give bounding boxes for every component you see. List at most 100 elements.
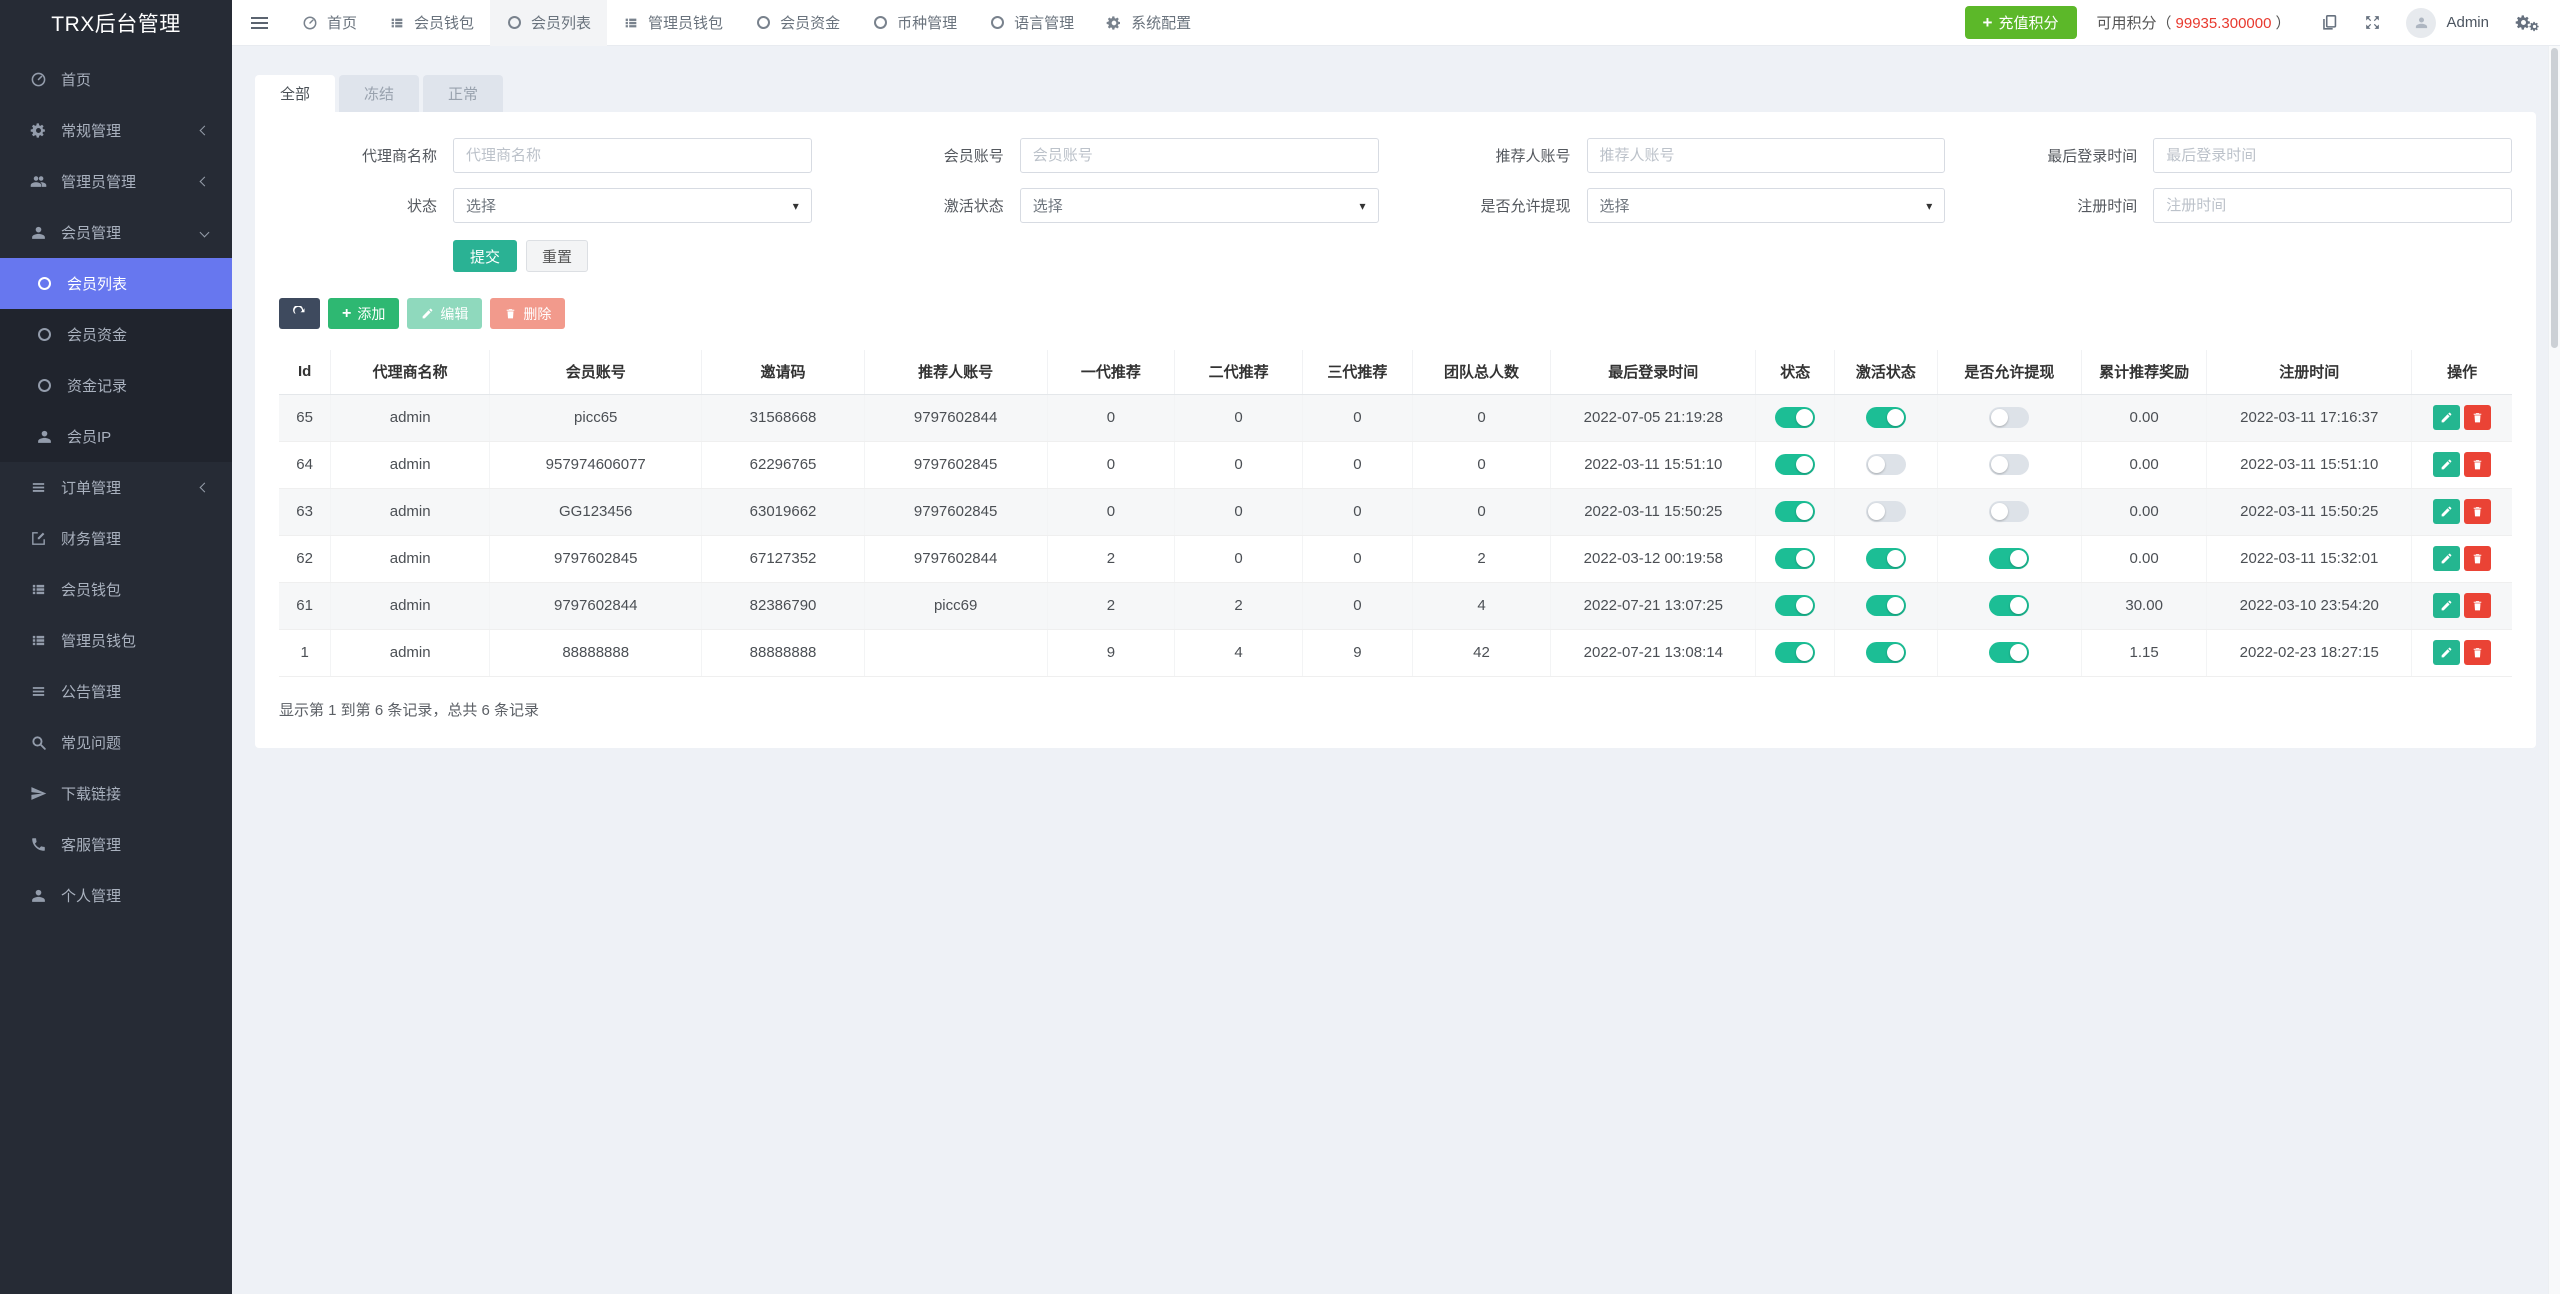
- topnav-item-admin-wallet[interactable]: 管理员钱包: [607, 0, 739, 46]
- username[interactable]: Admin: [2446, 14, 2489, 31]
- sidebar-item-member-funds[interactable]: 会员资金: [0, 309, 232, 360]
- sidebar-item-order-manage[interactable]: 订单管理: [0, 462, 232, 513]
- status-toggle[interactable]: [1775, 548, 1815, 569]
- activated-toggle[interactable]: [1866, 407, 1906, 428]
- users-icon: [30, 173, 47, 190]
- sidebar-item-fund-records[interactable]: 资金记录: [0, 360, 232, 411]
- withdraw-toggle[interactable]: [1989, 595, 2029, 616]
- toggle-knob: [1887, 597, 1904, 614]
- status-toggle[interactable]: [1775, 501, 1815, 522]
- sidebar-item-faq[interactable]: 常见问题: [0, 717, 232, 768]
- submit-button[interactable]: 提交: [453, 240, 517, 272]
- sidebar-item-profile-manage[interactable]: 个人管理: [0, 870, 232, 921]
- filter-select[interactable]: 选择▾: [1587, 188, 1946, 223]
- copy-icon[interactable]: [2320, 13, 2339, 32]
- withdraw-toggle[interactable]: [1989, 407, 2029, 428]
- tab-normal[interactable]: 正常: [423, 75, 503, 112]
- topnav-item-label: 会员钱包: [414, 12, 474, 33]
- topnav-item-language-manage[interactable]: 语言管理: [973, 0, 1090, 46]
- withdraw-toggle[interactable]: [1989, 642, 2029, 663]
- scrollbar-thumb[interactable]: [2551, 48, 2558, 348]
- column-header: 一代推荐: [1047, 350, 1175, 394]
- filter-field: 代理商名称: [279, 138, 812, 173]
- row-delete-button[interactable]: [2464, 593, 2491, 618]
- row-edit-button[interactable]: [2433, 452, 2460, 477]
- filter-select[interactable]: 选择▾: [1020, 188, 1379, 223]
- scrollbar-track[interactable]: [2548, 46, 2560, 1294]
- withdraw-toggle[interactable]: [1989, 454, 2029, 475]
- reset-button[interactable]: 重置: [526, 240, 588, 272]
- add-button[interactable]: + 添加: [328, 298, 399, 329]
- withdraw-toggle[interactable]: [1989, 501, 2029, 522]
- recharge-points-button[interactable]: + 充值积分: [1965, 6, 2077, 39]
- activated-toggle[interactable]: [1866, 595, 1906, 616]
- sidebar-item-finance-manage[interactable]: 财务管理: [0, 513, 232, 564]
- toggle-knob: [1796, 503, 1813, 520]
- filter-input[interactable]: [453, 138, 812, 173]
- topnav-item-member-list[interactable]: 会员列表: [490, 0, 607, 46]
- refresh-button[interactable]: [279, 298, 320, 329]
- activated-toggle[interactable]: [1866, 454, 1906, 475]
- row-edit-button[interactable]: [2433, 593, 2460, 618]
- row-delete-button[interactable]: [2464, 546, 2491, 571]
- cell-gen1: 2: [1047, 582, 1175, 629]
- filter-input[interactable]: [2153, 138, 2512, 173]
- sidebar-item-download-links[interactable]: 下载链接: [0, 768, 232, 819]
- status-toggle[interactable]: [1775, 407, 1815, 428]
- sidebar-item-general-manage[interactable]: 常规管理: [0, 105, 232, 156]
- row-delete-button[interactable]: [2464, 499, 2491, 524]
- table-row: 65adminpicc6531568668979760284400002022-…: [279, 394, 2512, 441]
- sidebar-item-member-wallet[interactable]: 会员钱包: [0, 564, 232, 615]
- filter-select[interactable]: 选择▾: [453, 188, 812, 223]
- filter-input[interactable]: [1587, 138, 1946, 173]
- sidebar-item-member-ip[interactable]: 会员IP: [0, 411, 232, 462]
- sidebar-item-member-list[interactable]: 会员列表: [0, 258, 232, 309]
- status-toggle[interactable]: [1775, 642, 1815, 663]
- pencil-icon: [2440, 646, 2453, 659]
- column-header: 推荐人账号: [864, 350, 1047, 394]
- filter-input[interactable]: [1020, 138, 1379, 173]
- tab-frozen[interactable]: 冻结: [339, 75, 419, 112]
- row-edit-button[interactable]: [2433, 640, 2460, 665]
- activated-toggle[interactable]: [1866, 642, 1906, 663]
- tab-all[interactable]: 全部: [255, 75, 335, 112]
- sidebar-item-home[interactable]: 首页: [0, 54, 232, 105]
- column-header: 累计推荐奖励: [2082, 350, 2207, 394]
- status-toggle[interactable]: [1775, 595, 1815, 616]
- withdraw-toggle[interactable]: [1989, 548, 2029, 569]
- pencil-icon: [421, 307, 434, 320]
- delete-label: 删除: [523, 304, 551, 324]
- topnav-item-currency-manage[interactable]: 币种管理: [856, 0, 973, 46]
- row-edit-button[interactable]: [2433, 546, 2460, 571]
- fullscreen-icon[interactable]: [2363, 13, 2382, 32]
- sidebar-item-label: 会员管理: [61, 222, 201, 243]
- sidebar-item-admin-wallet[interactable]: 管理员钱包: [0, 615, 232, 666]
- topnav-item-home[interactable]: 首页: [286, 0, 373, 46]
- topnav-item-member-wallet[interactable]: 会员钱包: [373, 0, 490, 46]
- filter-input[interactable]: [2153, 188, 2512, 223]
- row-edit-button[interactable]: [2433, 499, 2460, 524]
- status-toggle[interactable]: [1775, 454, 1815, 475]
- hamburger-menu-icon[interactable]: [232, 0, 286, 46]
- edit-button[interactable]: 编辑: [407, 298, 482, 329]
- activated-toggle[interactable]: [1866, 548, 1906, 569]
- row-edit-button[interactable]: [2433, 405, 2460, 430]
- delete-button[interactable]: 删除: [490, 298, 565, 329]
- sidebar-item-label: 会员IP: [67, 426, 208, 447]
- sidebar-item-announcement-manage[interactable]: 公告管理: [0, 666, 232, 717]
- topnav-item-system-config[interactable]: 系统配置: [1090, 0, 1207, 46]
- sidebar-item-customer-service[interactable]: 客服管理: [0, 819, 232, 870]
- row-delete-button[interactable]: [2464, 640, 2491, 665]
- column-header: 代理商名称: [331, 350, 490, 394]
- settings-cogs-icon[interactable]: [2515, 14, 2540, 32]
- row-delete-button[interactable]: [2464, 405, 2491, 430]
- activated-toggle[interactable]: [1866, 501, 1906, 522]
- sidebar-item-member-manage[interactable]: 会员管理: [0, 207, 232, 258]
- topnav-item-member-funds[interactable]: 会员资金: [739, 0, 856, 46]
- circle-icon: [755, 15, 771, 31]
- cell-agent: admin: [331, 629, 490, 676]
- avatar[interactable]: [2406, 8, 2436, 38]
- sidebar-item-admin-manage[interactable]: 管理员管理: [0, 156, 232, 207]
- caret-down-icon: ▾: [1926, 199, 1932, 213]
- row-delete-button[interactable]: [2464, 452, 2491, 477]
